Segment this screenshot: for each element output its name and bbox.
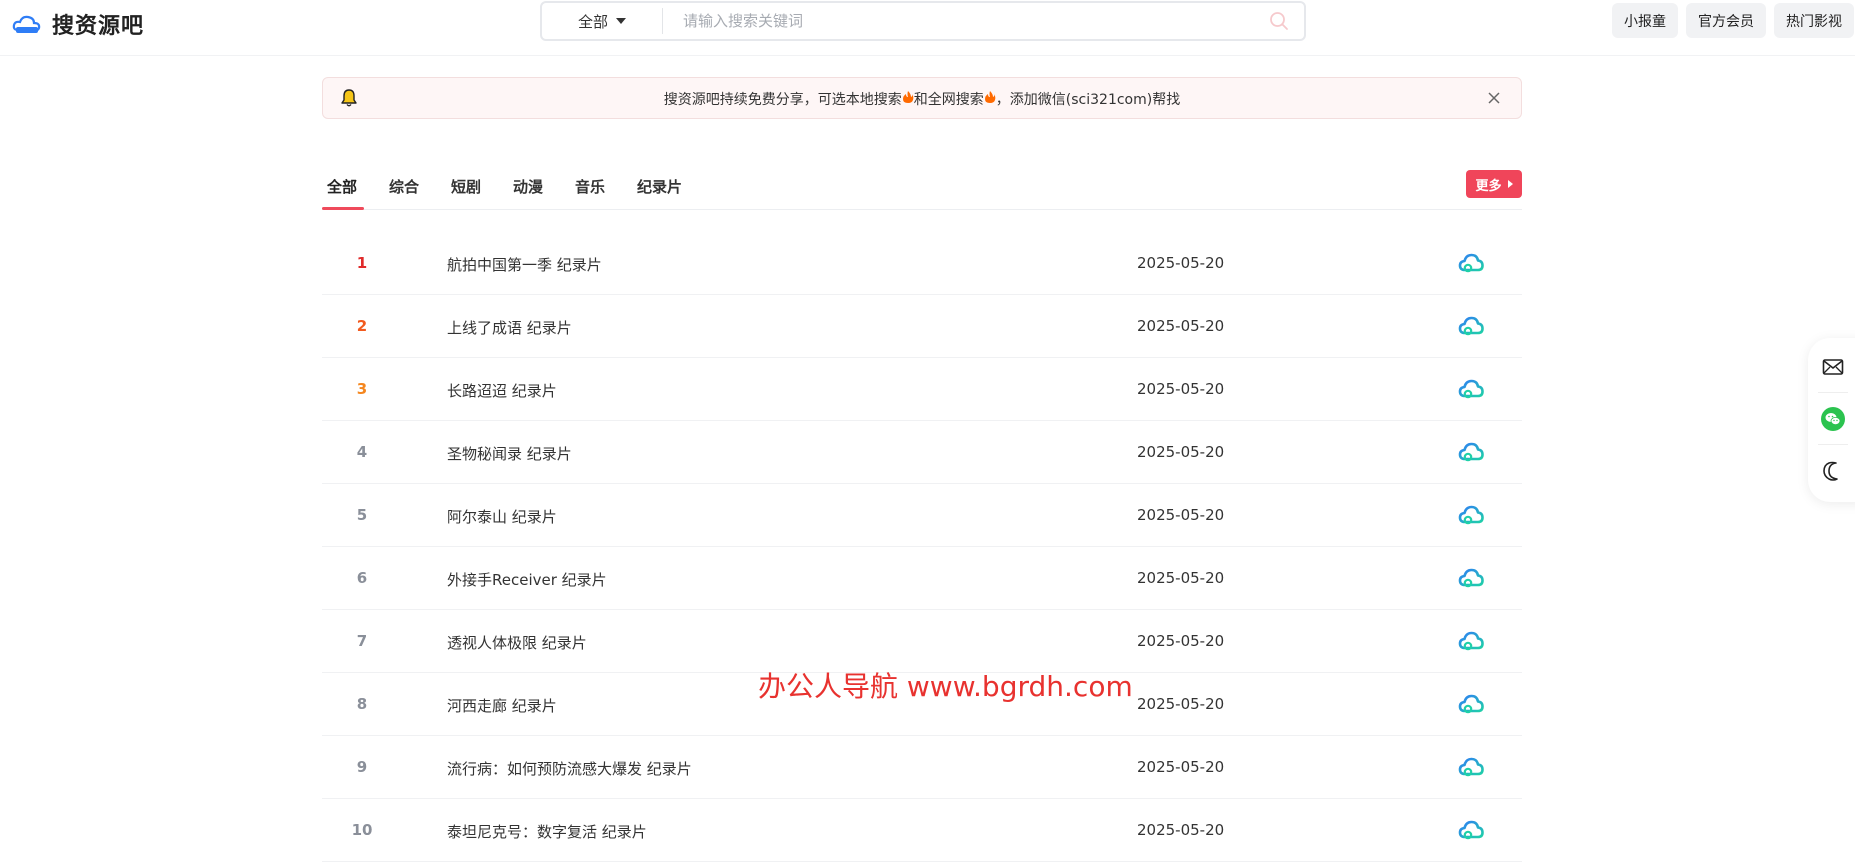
search-category-label: 全部 — [577, 12, 608, 31]
side-divider — [1818, 444, 1848, 445]
resource-date: 2025-05-20 — [1137, 821, 1225, 839]
rank-number: 5 — [356, 506, 368, 524]
cloud-logo-icon — [12, 12, 42, 36]
notice-bar: 搜资源吧持续免费分享，可选本地搜索 和全网搜索 ，添加微信(sci321com)… — [322, 77, 1522, 119]
resource-date: 2025-05-20 — [1137, 380, 1225, 398]
list-item: 3 长路迢迢 纪录片 2025-05-20 — [322, 358, 1522, 421]
cloud-drive-icon[interactable] — [1458, 377, 1484, 401]
fire-icon — [902, 90, 914, 108]
tab-short-drama[interactable]: 短剧 — [451, 176, 481, 197]
list-item: 6 外接手Receiver 纪录片 2025-05-20 — [322, 547, 1522, 610]
resource-date: 2025-05-20 — [1137, 317, 1225, 335]
resource-title-link[interactable]: 上线了成语 纪录片 — [447, 317, 572, 338]
rank-number: 10 — [351, 821, 373, 839]
site-logo[interactable]: 搜资源吧 — [12, 8, 144, 40]
list-item: 10 泰坦尼克号：数字复活 纪录片 2025-05-20 — [322, 799, 1522, 862]
resource-title-link[interactable]: 阿尔泰山 纪录片 — [447, 506, 557, 527]
resource-title-link[interactable]: 流行病：如何预防流感大爆发 纪录片 — [447, 758, 692, 779]
resource-date: 2025-05-20 — [1137, 569, 1225, 587]
search-input[interactable] — [663, 3, 1254, 39]
resource-date: 2025-05-20 — [1137, 695, 1225, 713]
more-button[interactable]: 更多 — [1466, 170, 1522, 198]
tab-label: 全部 — [327, 178, 358, 196]
list-item: 1 航拍中国第一季 纪录片 2025-05-20 — [322, 232, 1522, 295]
cloud-drive-icon[interactable] — [1458, 692, 1484, 716]
list-item: 7 透视人体极限 纪录片 2025-05-20 — [322, 610, 1522, 673]
tab-all[interactable]: 全部 — [327, 176, 357, 197]
resource-title-link[interactable]: 透视人体极限 纪录片 — [447, 632, 587, 653]
wechat-icon[interactable] — [1820, 406, 1846, 432]
moon-icon[interactable] — [1820, 458, 1846, 484]
resource-date: 2025-05-20 — [1137, 506, 1225, 524]
notice-text: 搜资源吧持续免费分享，可选本地搜索 和全网搜索 ，添加微信(sci321com)… — [323, 89, 1521, 109]
resource-title-link[interactable]: 泰坦尼克号：数字复活 纪录片 — [447, 821, 647, 842]
search-icon[interactable] — [1254, 3, 1304, 39]
rank-number: 1 — [356, 254, 368, 272]
resource-title-link[interactable]: 河西走廊 纪录片 — [447, 695, 557, 716]
tab-documentary[interactable]: 纪录片 — [637, 176, 682, 197]
cloud-drive-icon[interactable] — [1458, 503, 1484, 527]
mail-icon[interactable] — [1820, 354, 1846, 380]
close-icon[interactable] — [1487, 90, 1501, 109]
category-tabs: 全部 综合 短剧 动漫 音乐 纪录片 更多 — [322, 170, 1522, 210]
cloud-drive-icon[interactable] — [1458, 314, 1484, 338]
notice-text-part3: ，添加微信(sci321com)帮找 — [995, 92, 1181, 108]
resource-date: 2025-05-20 — [1137, 443, 1225, 461]
tab-general[interactable]: 综合 — [389, 176, 419, 197]
resource-date: 2025-05-20 — [1137, 632, 1225, 650]
list-item: 4 圣物秘闻录 纪录片 2025-05-20 — [322, 421, 1522, 484]
rank-number: 9 — [356, 758, 368, 776]
cloud-drive-icon[interactable] — [1458, 629, 1484, 653]
rank-number: 4 — [356, 443, 368, 461]
resource-title-link[interactable]: 航拍中国第一季 纪录片 — [447, 254, 602, 275]
hot-movies-button[interactable]: 热门影视 — [1774, 3, 1854, 38]
rank-number: 7 — [356, 632, 368, 650]
top-header: 搜资源吧 全部 小报童 官方会员 热门影视 — [0, 0, 1855, 56]
list-item: 2 上线了成语 纪录片 2025-05-20 — [322, 295, 1522, 358]
notice-text-part2: 和全网搜索 — [913, 92, 984, 108]
triangle-right-icon — [1507, 180, 1513, 188]
fire-icon — [984, 90, 996, 108]
resource-date: 2025-05-20 — [1137, 758, 1225, 776]
rank-number: 8 — [356, 695, 368, 713]
site-name: 搜资源吧 — [52, 14, 145, 39]
resource-date: 2025-05-20 — [1137, 254, 1225, 272]
cloud-drive-icon[interactable] — [1458, 440, 1484, 464]
caret-down-icon — [616, 18, 626, 24]
resource-list: 1 航拍中国第一季 纪录片 2025-05-20 2 上线了成语 纪录片 202… — [322, 232, 1522, 862]
resource-title-link[interactable]: 圣物秘闻录 纪录片 — [447, 443, 572, 464]
tab-anime[interactable]: 动漫 — [513, 176, 543, 197]
search-category-dropdown[interactable]: 全部 — [542, 3, 662, 39]
search-bar: 全部 — [540, 1, 1306, 41]
rank-number: 3 — [356, 380, 368, 398]
side-divider — [1818, 392, 1848, 393]
tab-active-underline — [322, 207, 364, 210]
list-item: 9 流行病：如何预防流感大爆发 纪录片 2025-05-20 — [322, 736, 1522, 799]
list-item: 5 阿尔泰山 纪录片 2025-05-20 — [322, 484, 1522, 547]
cloud-drive-icon[interactable] — [1458, 566, 1484, 590]
resource-title-link[interactable]: 外接手Receiver 纪录片 — [447, 569, 607, 590]
rank-number: 2 — [356, 317, 368, 335]
notice-text-part1: 搜资源吧持续免费分享，可选本地搜索 — [663, 92, 902, 108]
tab-music[interactable]: 音乐 — [575, 176, 605, 197]
cloud-drive-icon[interactable] — [1458, 251, 1484, 275]
cloud-drive-icon[interactable] — [1458, 755, 1484, 779]
vip-member-button[interactable]: 官方会员 — [1686, 3, 1766, 38]
xiaobaotong-button[interactable]: 小报童 — [1612, 3, 1678, 38]
cloud-drive-icon[interactable] — [1458, 818, 1484, 842]
resource-title-link[interactable]: 长路迢迢 纪录片 — [447, 380, 557, 401]
watermark-text: 办公人导航 www.bgrdh.com — [758, 670, 1133, 703]
rank-number: 6 — [356, 569, 368, 587]
side-float-toolbar — [1808, 338, 1855, 502]
more-button-label: 更多 — [1475, 178, 1502, 194]
